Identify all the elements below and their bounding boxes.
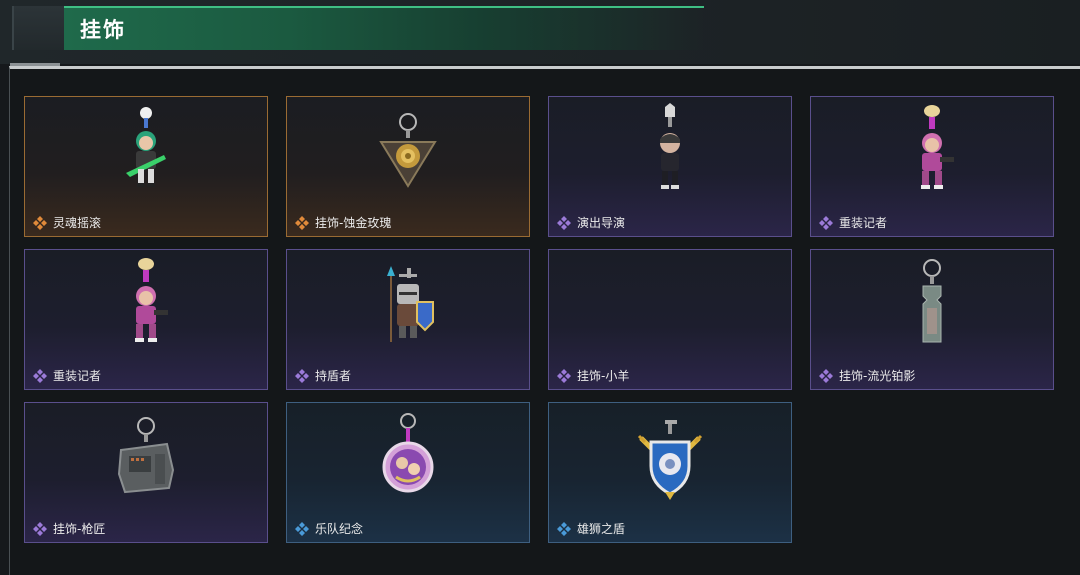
charm-card[interactable]: 挂饰-流光铂影	[810, 249, 1054, 390]
charm-label-row: 灵魂摇滚	[33, 214, 101, 231]
rarity-purple-icon	[33, 521, 47, 536]
reporter-figure-charm-icon	[25, 250, 267, 362]
charm-label-row: 挂饰-小羊	[557, 367, 629, 384]
rarity-purple-icon	[33, 368, 47, 383]
rarity-purple-icon	[557, 215, 571, 230]
charm-card[interactable]: 雄狮之盾	[548, 402, 792, 543]
rarity-gold-icon	[33, 215, 47, 230]
gunsmith-box-charm-icon	[25, 403, 267, 515]
charm-name: 雄狮之盾	[577, 522, 626, 536]
reporter-figure-charm-icon	[811, 97, 1053, 209]
charm-card[interactable]: 挂饰-蚀金玫瑰	[286, 96, 530, 237]
charm-label-row: 重装记者	[819, 214, 887, 231]
charm-name: 挂饰-蚀金玫瑰	[315, 216, 392, 230]
charm-card[interactable]: 持盾者	[286, 249, 530, 390]
charm-name: 重装记者	[53, 369, 102, 383]
charm-label-row: 挂饰-蚀金玫瑰	[295, 214, 391, 231]
charm-card[interactable]: 乐队纪念	[286, 402, 530, 543]
empty-charm-art	[549, 250, 791, 362]
rarity-gold-icon	[295, 215, 309, 230]
charm-label-row: 重装记者	[33, 367, 101, 384]
charm-name: 重装记者	[839, 216, 888, 230]
charm-label-row: 挂饰-流光铂影	[819, 367, 915, 384]
title-side-block	[12, 6, 64, 50]
charm-name: 持盾者	[315, 369, 352, 383]
charm-label-row: 挂饰-枪匠	[33, 520, 105, 537]
charm-name: 演出导演	[577, 216, 626, 230]
charm-name: 挂饰-枪匠	[53, 522, 106, 536]
title-banner: 挂饰	[64, 6, 704, 50]
silver-tag-charm-icon	[811, 250, 1053, 362]
lion-shield-charm-icon	[549, 403, 791, 515]
charm-card[interactable]: 重装记者	[810, 96, 1054, 237]
charm-card[interactable]: 演出导演	[548, 96, 792, 237]
rocker-figure-charm-icon	[25, 97, 267, 209]
charm-name: 挂饰-流光铂影	[839, 369, 916, 383]
band-badge-charm-icon	[287, 403, 529, 515]
shield-knight-charm-icon	[287, 250, 529, 362]
charm-label-row: 乐队纪念	[295, 520, 363, 537]
director-figure-charm-icon	[549, 97, 791, 209]
rarity-blue-icon	[557, 521, 571, 536]
charm-name: 挂饰-小羊	[577, 369, 630, 383]
charm-card[interactable]: 挂饰-枪匠	[24, 402, 268, 543]
charm-card[interactable]: 灵魂摇滚	[24, 96, 268, 237]
charm-name: 灵魂摇滚	[53, 216, 102, 230]
rarity-purple-icon	[295, 368, 309, 383]
golden-rose-charm-icon	[287, 97, 529, 209]
panel-tab-marker	[10, 63, 60, 66]
rarity-blue-icon	[295, 521, 309, 536]
page-title: 挂饰	[80, 18, 126, 42]
charm-card[interactable]: 重装记者	[24, 249, 268, 390]
charm-name: 乐队纪念	[315, 522, 364, 536]
charm-card[interactable]: 挂饰-小羊	[548, 249, 792, 390]
charm-label-row: 持盾者	[295, 367, 351, 384]
rarity-purple-icon	[819, 215, 833, 230]
rarity-purple-icon	[819, 368, 833, 383]
rarity-purple-icon	[557, 368, 571, 383]
charm-label-row: 演出导演	[557, 214, 625, 231]
charm-grid: 灵魂摇滚 挂饰-蚀金玫瑰 演出导演 重装记者 重装记者 持盾者 挂饰-小羊 挂饰…	[24, 96, 1054, 543]
charm-label-row: 雄狮之盾	[557, 520, 625, 537]
